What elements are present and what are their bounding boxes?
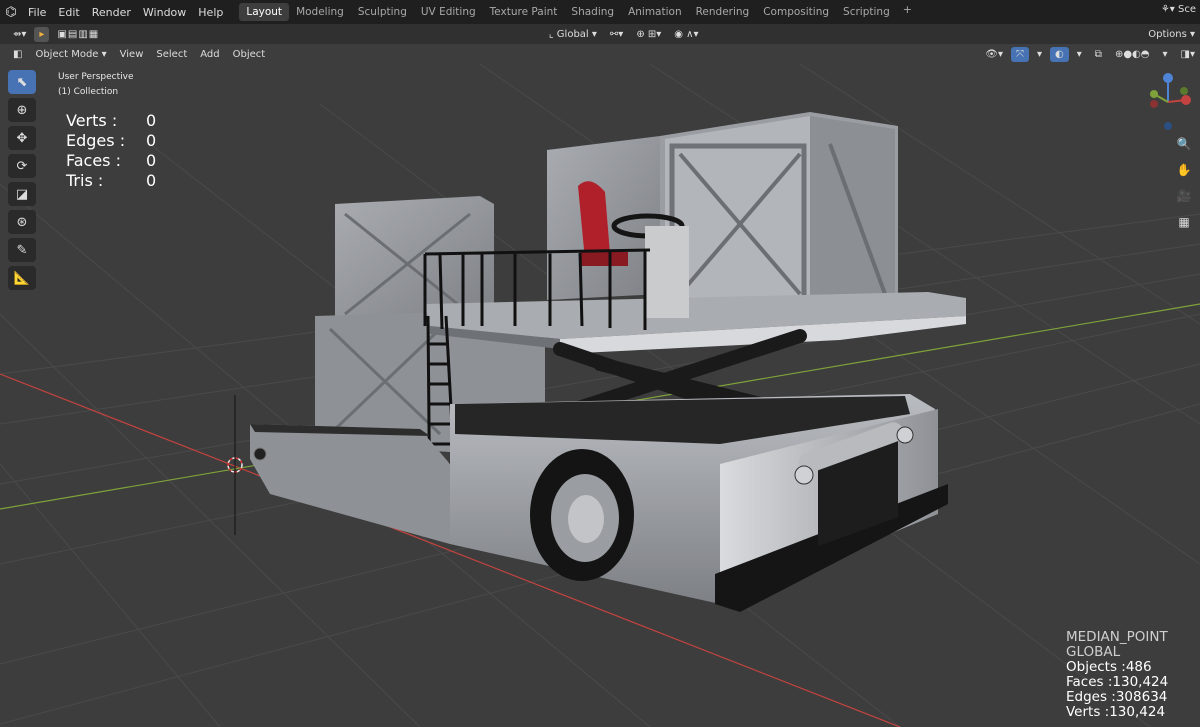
tool-header: ⇴▾ ▸ ▣▤▥▦ ⌞ Global ▾ ⚯▾ ⊕ ⊞▾ ◉ ∧▾ Option… [0,24,1200,44]
stat-label: Faces : [66,151,121,170]
overlay-toggle-icon[interactable]: ◐ [1050,46,1069,62]
tab-scripting[interactable]: Scripting [836,3,897,21]
measure-tool-icon[interactable]: 📐 [8,266,36,290]
faces-count: Faces :130,424 [1066,674,1169,690]
zoom-icon[interactable]: 🔍 [1174,134,1194,154]
select-tool-icon[interactable]: ▸ [34,26,50,42]
collection-label: (1) Collection [58,87,119,97]
proportional-edit-icon[interactable]: ◉ ∧▾ [669,27,703,42]
scale-tool-icon[interactable]: ◪ [8,182,36,206]
menu-help[interactable]: Help [192,6,229,19]
rotate-tool-icon[interactable]: ⟳ [8,154,36,178]
gizmo-dropdown-icon[interactable]: ▾ [1032,47,1047,62]
gizmo-toggle-icon[interactable]: ⤧ [1011,46,1029,62]
stat-value: 0 [146,111,157,130]
top-bar: ⌬ File Edit Render Window Help Layout Mo… [0,0,1200,24]
menu-file[interactable]: File [22,6,52,19]
edges-count: Edges :308634 [1066,689,1168,705]
stat-row: Edges : 0 [66,131,156,151]
camera-icon[interactable]: 🎥 [1174,186,1194,206]
snap-toggle-icon[interactable]: ⊕ ⊞▾ [631,27,666,42]
mode-label: Object Mode [35,48,99,60]
viewport-info: User Perspective (1) Collection [58,70,134,100]
stat-label: Tris : [66,171,104,190]
options-dropdown[interactable]: Options ▾ [1143,27,1200,42]
front-wheel [530,449,634,581]
workspace-tabs: Layout Modeling Sculpting UV Editing Tex… [239,3,918,21]
left-toolbar: ⬉ ⊕ ✥ ⟳ ◪ ⊛ ✎ 📐 [8,70,38,290]
navigation-gizmo[interactable] [1144,72,1194,136]
verts-count: Verts :130,424 [1066,704,1166,720]
tab-sculpting[interactable]: Sculpting [351,3,414,21]
add-menu[interactable]: Add [195,47,224,62]
transform-tool-icon[interactable]: ⊛ [8,210,36,234]
menu-window[interactable]: Window [137,6,192,19]
mode-dropdown[interactable]: Object Mode ▾ [30,47,111,62]
scene-selector[interactable]: ⚘▾ Sce [1161,4,1196,15]
scene-stats: MEDIAN_POINT GLOBAL Objects :486 Faces :… [1066,630,1168,720]
options-label: Options [1148,28,1187,40]
menu-render[interactable]: Render [86,6,137,19]
tab-modeling[interactable]: Modeling [289,3,351,21]
tab-shading[interactable]: Shading [564,3,621,21]
stat-row: Verts : 0 [66,111,156,131]
shading-modes-icons[interactable]: ⊕●◐◓ [1110,47,1155,62]
visibility-icon[interactable]: 👁▾ [980,47,1008,62]
tab-texture-paint[interactable]: Texture Paint [483,3,565,21]
tab-animation[interactable]: Animation [621,3,689,21]
3d-viewport[interactable] [0,64,1200,727]
view-menu[interactable]: View [115,47,149,62]
viewport-header: ◧ Object Mode ▾ View Select Add Object 👁… [0,44,1200,64]
object-menu[interactable]: Object [228,47,271,62]
axis-gizmo-icon[interactable] [1144,72,1194,132]
add-workspace-button[interactable]: + [897,3,918,21]
stat-value: 0 [146,151,157,170]
editor-type-icon[interactable]: ◧ [8,47,27,62]
orientation-dropdown[interactable]: ⌞ Global ▾ [544,27,602,42]
perspective-label: User Perspective [58,72,134,82]
tab-layout[interactable]: Layout [239,3,290,21]
pan-hand-icon[interactable]: ✋ [1174,160,1194,180]
shading-dropdown-icon[interactable]: ▾ [1158,47,1173,62]
menu-edit[interactable]: Edit [52,6,85,19]
viewport-nav-icons: 🔍 ✋ 🎥 ▦ [1174,134,1194,232]
blender-logo-icon[interactable]: ⌬ [0,5,22,20]
select-mode-icons[interactable]: ▣▤▥▦ [52,27,104,42]
stat-row: Tris : 0 [66,171,156,191]
grid-view-icon[interactable]: ▦ [1174,212,1194,232]
viewport-scene [0,64,1200,727]
annotate-tool-icon[interactable]: ✎ [8,238,36,262]
transform-pivot-icon[interactable]: ⇴▾ [8,27,31,42]
select-box-tool-icon[interactable]: ⬉ [8,70,36,94]
space-label: GLOBAL [1066,644,1121,660]
stat-value: 0 [146,131,157,150]
rear-light [253,447,267,461]
pivot-dropdown-icon[interactable]: ⚯▾ [605,27,628,42]
stat-label: Verts : [66,111,118,130]
objects-count: Objects :486 [1066,659,1152,675]
stat-value: 0 [146,171,157,190]
stat-row: Faces : 0 [66,151,156,171]
move-tool-icon[interactable]: ✥ [8,126,36,150]
stat-label: Edges : [66,131,126,150]
pivot-label: MEDIAN_POINT [1066,629,1168,645]
selection-stats: Verts : 0 Edges : 0 Faces : 0 Tris : 0 [66,111,156,191]
scene-label: Sce [1178,4,1196,15]
sidebar-toggle-icon[interactable]: ◨▾ [1176,47,1200,62]
overlay-dropdown-icon[interactable]: ▾ [1072,47,1087,62]
tab-compositing[interactable]: Compositing [756,3,836,21]
tab-rendering[interactable]: Rendering [689,3,757,21]
orientation-label: Global [556,28,589,40]
xray-toggle-icon[interactable]: ⧉ [1090,47,1107,62]
select-menu[interactable]: Select [151,47,192,62]
cursor-tool-icon[interactable]: ⊕ [8,98,36,122]
tab-uv-editing[interactable]: UV Editing [414,3,483,21]
